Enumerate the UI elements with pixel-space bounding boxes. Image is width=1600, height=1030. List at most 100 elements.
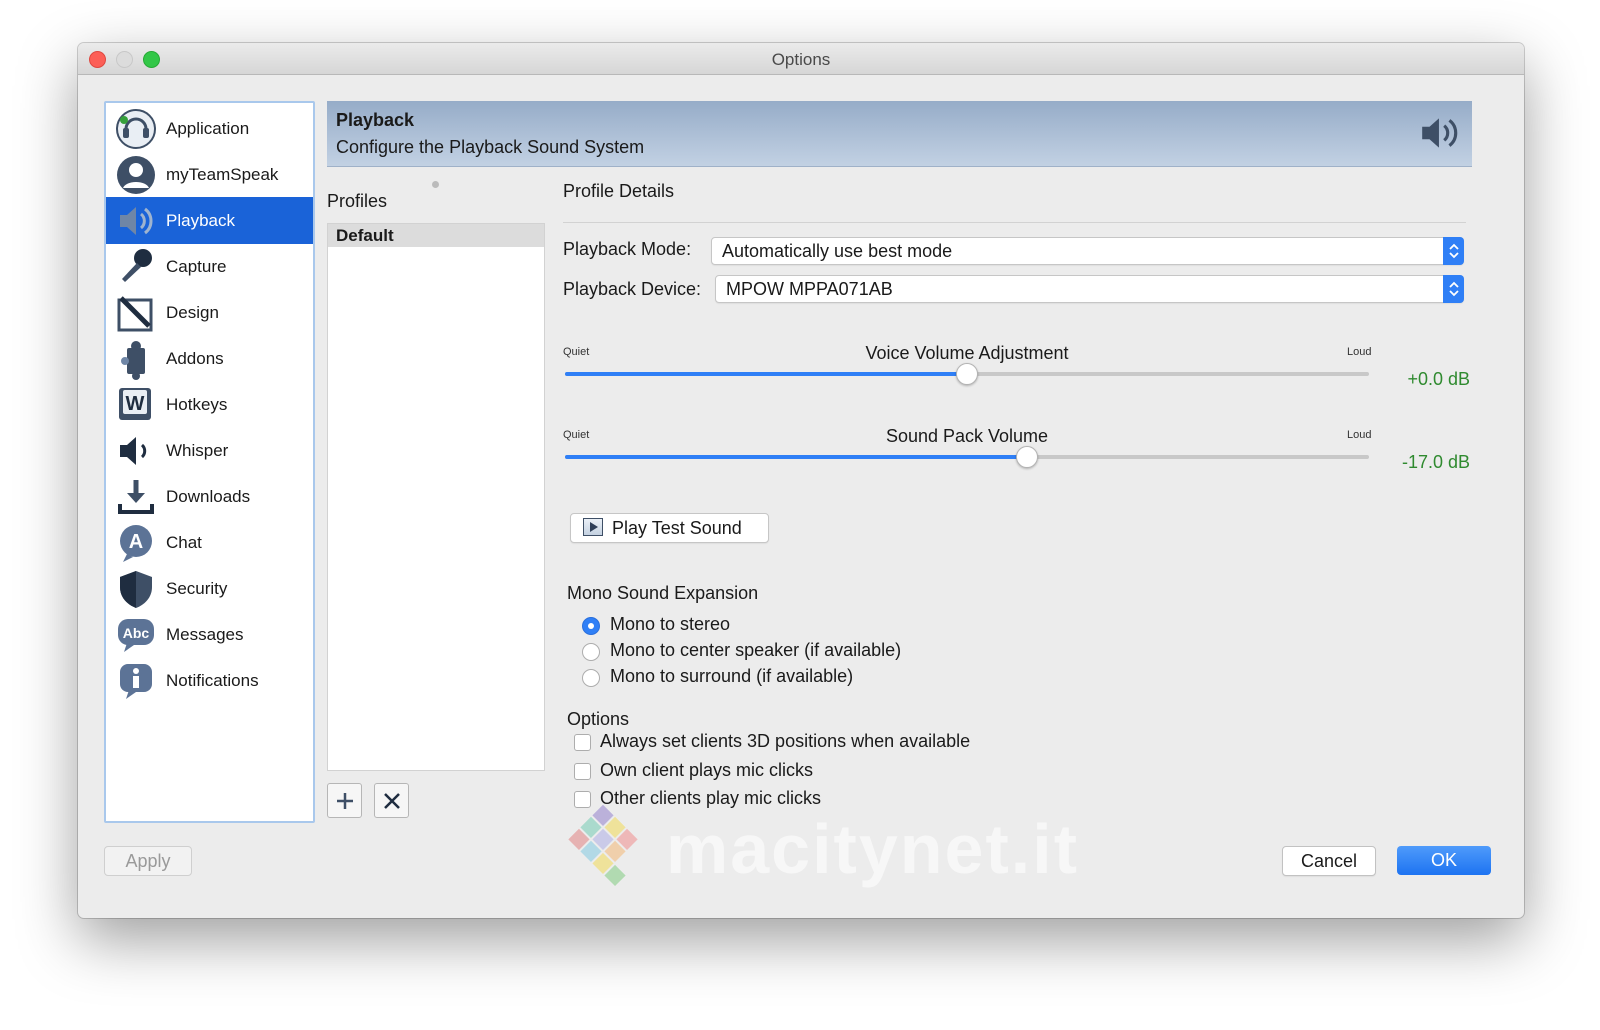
checkbox-label: Other clients play mic clicks bbox=[600, 788, 822, 808]
close-icon bbox=[383, 792, 400, 809]
watermark-logo-icon bbox=[568, 804, 638, 887]
page-title: Playback bbox=[336, 110, 415, 130]
download-icon bbox=[114, 475, 158, 519]
radio-mono-to-surround[interactable] bbox=[582, 669, 600, 687]
sidebar-item-label: Playback bbox=[166, 210, 235, 230]
sidebar-item-notifications[interactable]: Notifications bbox=[106, 657, 313, 704]
radio-mono-to-stereo[interactable] bbox=[582, 617, 600, 635]
speaker-icon bbox=[114, 199, 158, 243]
checkbox-label: Always set clients 3D positions when ava… bbox=[600, 731, 971, 751]
checkbox-other-mic-clicks[interactable] bbox=[574, 791, 591, 808]
sidebar-item-label: Downloads bbox=[166, 486, 251, 506]
sidebar-item-label: Capture bbox=[166, 256, 227, 276]
sidebar-item-messages[interactable]: Abc Messages bbox=[106, 611, 313, 658]
splitter-handle[interactable] bbox=[432, 181, 439, 188]
sound-pack-title: Sound Pack Volume bbox=[885, 426, 1049, 446]
ok-button[interactable]: OK bbox=[1397, 846, 1491, 875]
options-window: Options Application myTeamSpeak Playback bbox=[78, 43, 1524, 918]
window-title: Options bbox=[771, 50, 831, 69]
page-subtitle: Configure the Playback Sound System bbox=[336, 137, 645, 157]
sidebar-item-label: Chat bbox=[166, 532, 202, 552]
play-test-sound-label: Play Test Sound bbox=[612, 518, 742, 538]
teamspeak-logo-icon bbox=[114, 107, 158, 151]
radio-label: Mono to surround (if available) bbox=[610, 666, 854, 686]
sidebar-item-label: Whisper bbox=[166, 440, 229, 460]
microphone-icon bbox=[114, 245, 158, 289]
remove-profile-button[interactable] bbox=[374, 783, 409, 818]
sound-pack-slider[interactable] bbox=[565, 455, 1369, 459]
radio-mono-to-center[interactable] bbox=[582, 643, 600, 661]
playback-device-value: MPOW MPPA071AB bbox=[726, 279, 893, 299]
sidebar-item-hotkeys[interactable]: W Hotkeys bbox=[106, 381, 313, 428]
sidebar-item-whisper[interactable]: Whisper bbox=[106, 427, 313, 474]
svg-text:A: A bbox=[129, 531, 143, 553]
sidebar-item-label: Security bbox=[166, 578, 228, 598]
sidebar-item-label: Notifications bbox=[166, 670, 259, 690]
playback-device-select[interactable]: MPOW MPPA071AB bbox=[715, 275, 1464, 303]
playback-mode-label: Playback Mode: bbox=[563, 239, 692, 259]
add-profile-button[interactable] bbox=[327, 783, 362, 818]
sidebar-item-label: Application bbox=[166, 118, 250, 138]
voice-volume-fill bbox=[565, 372, 967, 376]
abc-bubble-icon: Abc bbox=[114, 613, 158, 657]
radio-label: Mono to center speaker (if available) bbox=[610, 640, 902, 660]
playback-device-label: Playback Device: bbox=[563, 279, 702, 299]
puzzle-icon bbox=[114, 337, 158, 381]
sound-pack-max-label: Loud bbox=[1347, 429, 1372, 441]
title-bar: Options bbox=[78, 43, 1524, 75]
voice-volume-max-label: Loud bbox=[1347, 346, 1372, 358]
whisper-speaker-icon bbox=[114, 429, 158, 473]
chevron-updown-icon bbox=[1443, 275, 1464, 303]
design-pen-icon bbox=[114, 291, 158, 335]
sidebar-item-myteamspeak[interactable]: myTeamSpeak bbox=[106, 151, 313, 198]
watermark: macitynet.it bbox=[548, 795, 1188, 915]
speaker-icon bbox=[1418, 111, 1462, 160]
chat-bubble-icon: A bbox=[114, 521, 158, 565]
options-label: Options bbox=[567, 709, 630, 729]
cancel-button[interactable]: Cancel bbox=[1282, 846, 1376, 876]
playback-mode-select[interactable]: Automatically use best mode bbox=[711, 237, 1464, 265]
checkbox-3d-positions[interactable] bbox=[574, 734, 591, 751]
play-icon bbox=[583, 518, 603, 536]
voice-volume-title: Voice Volume Adjustment bbox=[865, 343, 1069, 363]
sound-pack-knob[interactable] bbox=[1016, 446, 1039, 468]
sidebar-item-label: Hotkeys bbox=[166, 394, 228, 414]
sidebar-item-label: Design bbox=[166, 302, 219, 322]
voice-volume-knob[interactable] bbox=[956, 363, 978, 385]
sidebar-item-chat[interactable]: A Chat bbox=[106, 519, 313, 566]
profiles-label: Profiles bbox=[327, 191, 388, 211]
mono-expansion-label: Mono Sound Expansion bbox=[567, 583, 759, 603]
info-bubble-icon bbox=[114, 659, 158, 703]
divider bbox=[563, 222, 1466, 223]
options-sidebar: Application myTeamSpeak Playback Capture… bbox=[104, 101, 315, 823]
sidebar-item-label: Messages bbox=[166, 624, 244, 644]
shield-icon bbox=[114, 567, 158, 611]
sidebar-item-capture[interactable]: Capture bbox=[106, 243, 313, 290]
sidebar-item-label: myTeamSpeak bbox=[166, 164, 279, 184]
sidebar-item-label: Addons bbox=[166, 348, 224, 368]
keyboard-w-icon: W bbox=[114, 383, 158, 427]
profile-item-default[interactable]: Default bbox=[328, 224, 544, 247]
sidebar-item-addons[interactable]: Addons bbox=[106, 335, 313, 382]
page-header: Playback Configure the Playback Sound Sy… bbox=[327, 101, 1472, 167]
plus-icon bbox=[336, 792, 353, 809]
sidebar-item-application[interactable]: Application bbox=[106, 105, 313, 152]
sidebar-item-playback[interactable]: Playback bbox=[106, 197, 313, 244]
radio-label: Mono to stereo bbox=[610, 614, 731, 634]
voice-volume-value: +0.0 dB bbox=[1407, 369, 1470, 389]
checkbox-label: Own client plays mic clicks bbox=[600, 760, 814, 780]
apply-button[interactable]: Apply bbox=[104, 846, 192, 876]
sidebar-item-design[interactable]: Design bbox=[106, 289, 313, 336]
sidebar-item-security[interactable]: Security bbox=[106, 565, 313, 612]
profiles-list: Default bbox=[327, 223, 545, 771]
svg-text:Abc: Abc bbox=[123, 625, 150, 641]
checkbox-own-mic-clicks[interactable] bbox=[574, 763, 591, 780]
playback-mode-value: Automatically use best mode bbox=[722, 241, 953, 261]
sound-pack-fill bbox=[565, 455, 1028, 459]
user-avatar-icon bbox=[114, 153, 158, 197]
profile-details-label: Profile Details bbox=[563, 181, 675, 201]
chevron-updown-icon bbox=[1443, 237, 1464, 265]
sidebar-item-downloads[interactable]: Downloads bbox=[106, 473, 313, 520]
svg-text:W: W bbox=[126, 393, 145, 415]
play-test-sound-button[interactable]: Play Test Sound bbox=[570, 513, 769, 543]
